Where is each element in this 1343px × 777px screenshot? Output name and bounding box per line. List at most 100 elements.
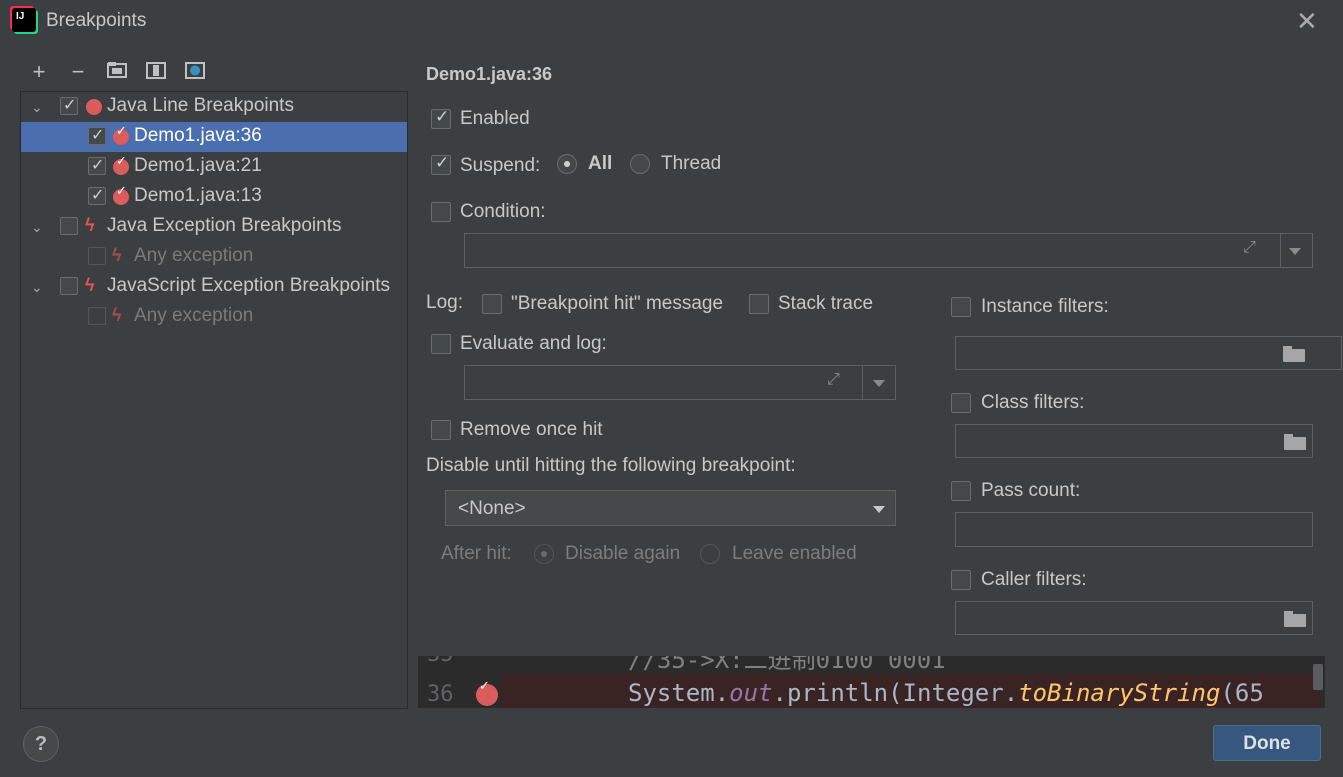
- group-checkbox[interactable]: [60, 277, 78, 295]
- chevron-down-icon: [873, 506, 885, 513]
- close-icon[interactable]: ✕: [1296, 6, 1318, 36]
- folder-icon[interactable]: [1284, 434, 1306, 450]
- breakpoint-gutter-icon[interactable]: [476, 678, 498, 706]
- item-checkbox[interactable]: [88, 155, 106, 175]
- condition-checkbox[interactable]: [431, 202, 451, 222]
- expand-icon[interactable]: ⤢: [1243, 239, 1256, 257]
- code-preview: 35 //35->X:二进制0100 0001 36 System.out.pr…: [418, 656, 1325, 708]
- intellij-logo-icon: IJ: [12, 8, 36, 32]
- suspend-label: Suspend:: [460, 155, 541, 176]
- stack-trace-checkbox[interactable]: [749, 294, 769, 314]
- line-number: 35: [427, 656, 454, 667]
- scrollbar-thumb[interactable]: [1313, 664, 1323, 690]
- suspend-all-label: All: [588, 153, 613, 174]
- condition-input[interactable]: ⤢: [464, 233, 1313, 268]
- group-by-package-icon[interactable]: [105, 60, 129, 84]
- exception-breakpoint-icon: ϟ: [112, 245, 122, 265]
- item-label: Any exception: [134, 305, 254, 326]
- verified-breakpoint-icon: [113, 183, 129, 205]
- window-title: Breakpoints: [46, 10, 147, 31]
- remove-breakpoint-button[interactable]: −: [66, 60, 90, 84]
- caller-filters-input[interactable]: [955, 601, 1313, 635]
- title-bar: IJ Breakpoints ✕: [0, 0, 1343, 44]
- item-checkbox[interactable]: [88, 185, 106, 205]
- evaluate-log-label: Evaluate and log:: [460, 333, 607, 354]
- chevron-down-icon[interactable]: [873, 380, 885, 387]
- item-label: Demo1.java:36: [134, 125, 262, 146]
- line-number: 36: [427, 682, 454, 707]
- code-line: System.out.println(Integer.toBinaryStrin…: [628, 679, 1264, 707]
- class-filters-checkbox[interactable]: [951, 393, 971, 413]
- group-by-class-icon[interactable]: [183, 60, 207, 84]
- verified-breakpoint-icon: [113, 153, 129, 175]
- group-by-file-icon[interactable]: [144, 60, 168, 84]
- tree-group-javascript-exception[interactable]: ⌄ ϟ JavaScript Exception Breakpoints: [21, 272, 407, 302]
- evaluate-log-checkbox[interactable]: [431, 334, 451, 354]
- group-checkbox[interactable]: [60, 217, 78, 235]
- line-breakpoint-icon: [86, 99, 102, 115]
- add-breakpoint-button[interactable]: +: [27, 60, 51, 84]
- log-message-checkbox[interactable]: [482, 294, 502, 314]
- disable-until-value: <None>: [458, 498, 526, 519]
- pass-count-checkbox[interactable]: [951, 481, 971, 501]
- enabled-checkbox[interactable]: [431, 107, 451, 129]
- suspend-checkbox[interactable]: [431, 153, 451, 175]
- remove-once-hit-checkbox[interactable]: [431, 420, 451, 440]
- stack-trace-label: Stack trace: [778, 293, 874, 314]
- code-token: toBinaryString: [1018, 679, 1221, 707]
- exception-breakpoint-icon: ϟ: [85, 275, 95, 295]
- tree-item-demo1-21[interactable]: Demo1.java:21: [21, 152, 407, 182]
- code-token: .println(Integer.: [772, 679, 1019, 707]
- remove-once-hit-label: Remove once hit: [460, 419, 603, 440]
- item-checkbox[interactable]: [88, 307, 106, 325]
- instance-filters-checkbox[interactable]: [951, 297, 971, 317]
- tree-group-java-line[interactable]: ⌄ Java Line Breakpoints: [21, 92, 407, 122]
- exception-breakpoint-icon: ϟ: [112, 305, 122, 325]
- disable-until-label: Disable until hitting the following brea…: [426, 455, 796, 476]
- pass-count-input[interactable]: [955, 512, 1313, 547]
- item-label: Demo1.java:13: [134, 185, 262, 206]
- tree-item-any-exception[interactable]: ϟ Any exception: [21, 242, 407, 272]
- code-line: //35->X:二进制0100 0001: [628, 656, 946, 675]
- chevron-down-icon[interactable]: ⌄: [31, 99, 47, 115]
- tree-item-demo1-13[interactable]: Demo1.java:13: [21, 182, 407, 212]
- item-checkbox[interactable]: [88, 247, 106, 265]
- group-label: JavaScript Exception Breakpoints: [107, 275, 391, 296]
- disable-again-radio[interactable]: [534, 544, 554, 564]
- suspend-all-radio[interactable]: [557, 154, 577, 174]
- leave-enabled-radio[interactable]: [700, 544, 720, 564]
- done-button[interactable]: Done: [1213, 725, 1321, 761]
- chevron-down-icon[interactable]: ⌄: [31, 279, 47, 295]
- chevron-down-icon[interactable]: ⌄: [31, 219, 47, 235]
- code-token: System.: [628, 679, 730, 707]
- caller-filters-checkbox[interactable]: [951, 570, 971, 590]
- evaluate-log-input[interactable]: ⤢: [464, 365, 896, 400]
- item-checkbox[interactable]: [88, 125, 106, 145]
- help-button[interactable]: ?: [23, 726, 59, 762]
- item-label: Demo1.java:21: [134, 155, 262, 176]
- folder-icon[interactable]: [1284, 611, 1306, 627]
- expand-icon[interactable]: ⤢: [827, 371, 840, 389]
- caller-filters-label: Caller filters:: [981, 569, 1087, 590]
- condition-label: Condition:: [460, 201, 546, 222]
- code-token: out: [729, 679, 773, 707]
- after-hit-label: After hit:: [441, 543, 512, 564]
- class-filters-label: Class filters:: [981, 392, 1085, 413]
- instance-filters-input[interactable]: [955, 336, 1342, 370]
- tree-item-any-exception[interactable]: ϟ Any exception: [21, 302, 407, 332]
- group-checkbox[interactable]: [60, 95, 78, 115]
- disable-until-select[interactable]: <None>: [445, 490, 896, 526]
- suspend-thread-radio[interactable]: [630, 154, 650, 174]
- disable-again-label: Disable again: [565, 543, 681, 564]
- breakpoint-tree[interactable]: ⌄ Java Line Breakpoints Demo1.java:36 De…: [20, 91, 408, 709]
- folder-icon[interactable]: [1283, 346, 1305, 362]
- enabled-label: Enabled: [460, 108, 530, 129]
- tree-item-demo1-36[interactable]: Demo1.java:36: [21, 122, 407, 152]
- verified-breakpoint-icon: [113, 123, 129, 145]
- class-filters-input[interactable]: [955, 424, 1313, 458]
- breakpoint-heading: Demo1.java:36: [426, 64, 553, 84]
- chevron-down-icon[interactable]: [1289, 248, 1301, 255]
- log-label: Log:: [426, 292, 463, 313]
- log-message-label: "Breakpoint hit" message: [511, 293, 724, 314]
- tree-group-java-exception[interactable]: ⌄ ϟ Java Exception Breakpoints: [21, 212, 407, 242]
